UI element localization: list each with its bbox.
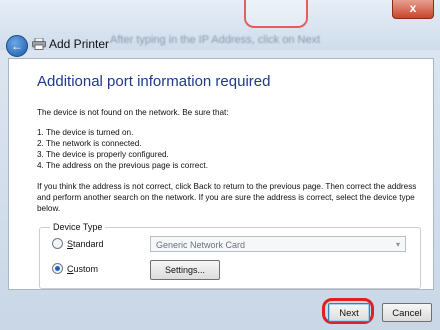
- footer: [0, 288, 440, 330]
- printer-icon: [32, 38, 46, 50]
- page-heading: Additional port information required: [37, 73, 271, 90]
- highlight-box-top: [244, 0, 308, 28]
- custom-radio[interactable]: [52, 263, 63, 274]
- settings-button[interactable]: Settings...: [150, 260, 220, 280]
- standard-radio-option[interactable]: Standard: [52, 238, 104, 249]
- close-icon: x: [409, 1, 417, 15]
- checklist-item: 1. The device is turned on.: [37, 128, 134, 137]
- cancel-button[interactable]: Cancel: [382, 303, 432, 322]
- next-button[interactable]: Next: [328, 303, 370, 322]
- checklist-item: 2. The network is connected.: [37, 139, 142, 148]
- device-type-group: Device Type Standard Generic Network Car…: [39, 222, 421, 289]
- custom-radio-label: Custom: [67, 263, 99, 274]
- checklist: 1. The device is turned on. 2. The netwo…: [37, 127, 208, 171]
- back-button[interactable]: ←: [6, 35, 28, 57]
- intro-text: The device is not found on the network. …: [37, 108, 229, 117]
- instructions-text: If you think the address is not correct,…: [37, 182, 417, 213]
- chevron-down-icon: ▾: [395, 240, 400, 249]
- add-printer-window: After typing in the IP Address, click on…: [0, 0, 440, 330]
- overlay-instruction-text: After typing in the IP Address, click on…: [110, 34, 321, 46]
- back-arrow-icon: ←: [11, 39, 23, 53]
- title-bar: After typing in the IP Address, click on…: [0, 0, 440, 57]
- standard-device-select[interactable]: Generic Network Card ▾: [150, 236, 406, 252]
- close-button[interactable]: x: [392, 0, 434, 19]
- custom-radio-option[interactable]: Custom: [52, 263, 98, 274]
- wizard-content: Additional port information required The…: [8, 58, 434, 290]
- device-type-label: Device Type: [50, 222, 106, 232]
- window-title: Add Printer: [49, 37, 110, 51]
- standard-device-value: Generic Network Card: [156, 240, 246, 250]
- standard-radio[interactable]: [52, 238, 63, 249]
- checklist-item: 4. The address on the previous page is c…: [37, 161, 208, 170]
- standard-radio-label: Standard: [67, 238, 104, 249]
- checklist-item: 3. The device is properly configured.: [37, 150, 169, 159]
